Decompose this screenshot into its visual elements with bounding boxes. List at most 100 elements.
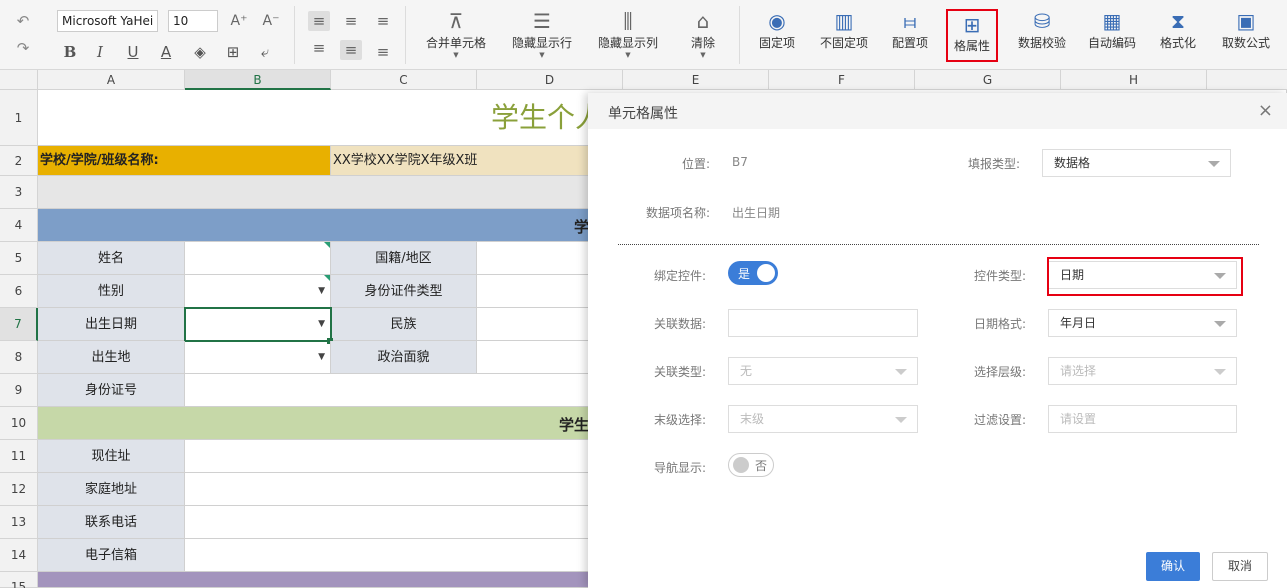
cancel-button[interactable]: 取消 [1212,552,1268,581]
label-phone[interactable]: 联系电话 [38,506,185,539]
cell-property-button[interactable]: ⊞ 格属性 [946,9,998,62]
clear-button[interactable]: ⌂ 清除 ▼ [683,6,723,64]
label-birthdate[interactable]: 出生日期 [38,308,185,341]
format-button[interactable]: ⧗ 格式化 [1156,6,1200,64]
hide-rows-button[interactable]: ☰ 隐藏显示行 ▼ [506,6,578,64]
input-cell-birthplace[interactable]: ▼ [185,341,331,374]
dropdown-arrow-icon[interactable]: ▼ [318,286,325,296]
align-bottom-icon[interactable]: ≡ [372,42,394,62]
row-header-8[interactable]: 8 [0,341,38,374]
nav-display-toggle[interactable]: 否 [728,453,774,477]
label-address[interactable]: 现住址 [38,440,185,473]
row-header-13[interactable]: 13 [0,506,38,539]
merge-cells-button[interactable]: ⊼ 合并单元格 ▼ [420,6,492,64]
redo-icon[interactable]: ↷ [12,38,34,58]
bind-control-toggle[interactable]: 是 [728,261,778,285]
dropdown-arrow-icon[interactable]: ▼ [318,352,325,362]
bold-icon[interactable]: B [60,42,80,62]
input-cell-gender[interactable]: ▼ [185,275,331,308]
align-center-icon[interactable]: ≡ [340,11,362,31]
undo-icon[interactable]: ↶ [12,11,34,31]
row-header-3[interactable]: 3 [0,176,38,209]
decrease-font-icon[interactable]: A⁻ [260,11,282,31]
fill-type-select[interactable]: 数据格 [1042,149,1231,177]
auto-code-button[interactable]: ▦ 自动编码 [1084,6,1140,64]
hide-columns-label: 隐藏显示列 [597,36,658,50]
fetch-formula-button[interactable]: ▣ 取数公式 [1217,6,1275,64]
column-header-d[interactable]: D [477,70,623,90]
nav-display-label: 导航显示: [653,461,706,475]
row-header-12[interactable]: 12 [0,473,38,506]
row-header-6[interactable]: 6 [0,275,38,308]
linked-data-input[interactable] [728,309,918,337]
hide-columns-button[interactable]: ⫼ 隐藏显示列 ▼ [592,6,664,64]
column-header-h[interactable]: H [1061,70,1207,90]
font-color-icon[interactable]: A [156,42,176,62]
row-header-10[interactable]: 10 [0,407,38,440]
label-birthplace[interactable]: 出生地 [38,341,185,374]
align-middle-icon[interactable]: ≡ [340,40,362,60]
increase-font-icon[interactable]: A⁺ [228,11,250,31]
unfixed-item-button[interactable]: ▥ 不固定项 [816,6,872,64]
column-header-c[interactable]: C [331,70,477,90]
date-format-value: 年月日 [1060,316,1097,330]
font-size-input[interactable]: 10 [168,10,218,32]
school-label-cell[interactable]: 学校/学院/班级名称: [38,146,331,176]
column-header-a[interactable]: A [38,70,185,90]
select-level-select[interactable]: 请选择 [1048,357,1237,385]
label-nationality[interactable]: 国籍/地区 [331,242,477,275]
select-level-placeholder: 请选择 [1060,364,1097,378]
config-button[interactable]: ⧦ 配置项 [888,6,932,64]
label-gender[interactable]: 性别 [38,275,185,308]
label-id-number[interactable]: 身份证号 [38,374,185,407]
select-all-corner[interactable] [0,70,38,90]
config-label: 配置项 [891,36,928,50]
fixed-item-label: 固定项 [758,36,795,50]
unfixed-item-label: 不固定项 [819,36,868,50]
fixed-item-button[interactable]: ◉ 固定项 [756,6,798,64]
toggle-knob [733,457,749,473]
label-ethnicity[interactable]: 民族 [331,308,477,341]
row-header-2[interactable]: 2 [0,146,38,176]
row-header-9[interactable]: 9 [0,374,38,407]
label-id-type[interactable]: 身份证件类型 [331,275,477,308]
config-icon: ⧦ [903,9,917,33]
toggle-on-text: 是 [738,267,751,281]
label-name[interactable]: 姓名 [38,242,185,275]
font-name-input[interactable]: Microsoft YaHei [57,10,158,32]
label-email[interactable]: 电子信箱 [38,539,185,572]
link-type-select[interactable]: 无 [728,357,918,385]
row-header-14[interactable]: 14 [0,539,38,572]
filter-input[interactable]: 请设置 [1048,405,1237,433]
row-header-4[interactable]: 4 [0,209,38,242]
fill-color-icon[interactable]: ◈ [190,42,210,62]
data-validation-button[interactable]: ⛁ 数据校验 [1014,6,1070,64]
input-cell-name[interactable] [185,242,331,275]
sheet-title: 学生个人 [491,101,604,134]
row-header-1[interactable]: 1 [0,90,38,146]
confirm-button[interactable]: 确认 [1146,552,1200,581]
align-right-icon[interactable]: ≡ [372,11,394,31]
row-header-11[interactable]: 11 [0,440,38,473]
label-political[interactable]: 政治面貌 [331,341,477,374]
last-level-select[interactable]: 末级 [728,405,918,433]
data-validation-label: 数据校验 [1017,36,1066,50]
filter-label: 过滤设置: [973,413,1026,427]
italic-icon[interactable]: I [90,42,110,62]
column-header-e[interactable]: E [623,70,769,90]
align-left-icon[interactable]: ≡ [308,11,330,31]
close-icon[interactable]: × [1258,100,1273,121]
row-header-5[interactable]: 5 [0,242,38,275]
align-top-icon[interactable]: ≡ [308,38,330,58]
column-header-g[interactable]: G [915,70,1061,90]
date-format-select[interactable]: 年月日 [1048,309,1237,337]
underline-icon[interactable]: U [123,42,143,62]
border-icon[interactable]: ⊞ [223,42,243,62]
label-home-address[interactable]: 家庭地址 [38,473,185,506]
column-header-f[interactable]: F [769,70,915,90]
column-header-b[interactable]: B [185,70,331,90]
wrap-text-icon[interactable]: ⤶ [255,42,275,62]
row-header-7[interactable]: 7 [0,308,38,341]
filter-placeholder: 请设置 [1060,412,1097,426]
row-header-15[interactable]: 15 [0,572,38,588]
